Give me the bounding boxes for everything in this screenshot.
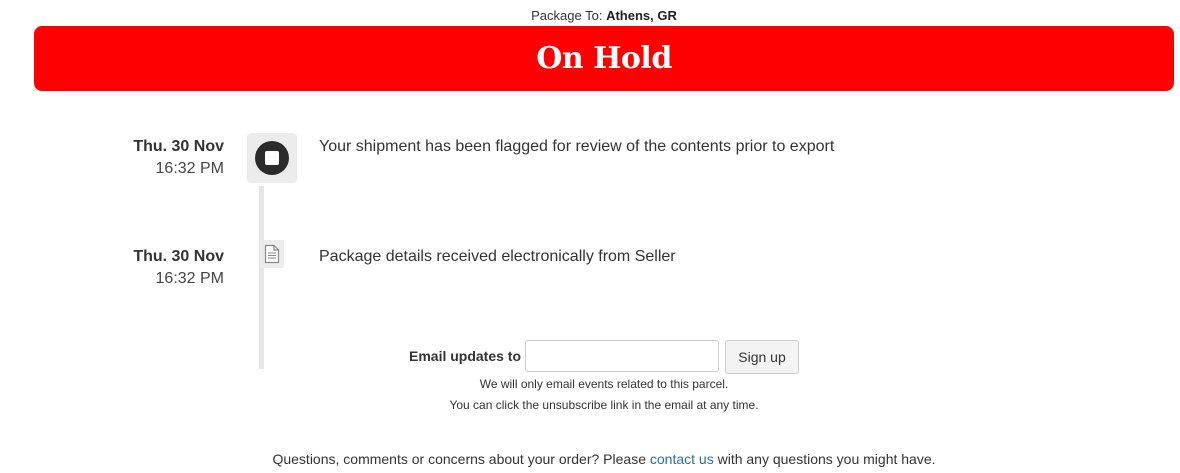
email-updates-label: Email updates to (409, 348, 522, 364)
tracking-page: Package To: Athens, GR On Hold Thu. 30 N… (0, 0, 1180, 473)
status-banner: On Hold (34, 26, 1174, 91)
footer-text-before: Questions, comments or concerns about yo… (272, 451, 650, 467)
event-description: Your shipment has been flagged for revie… (319, 138, 835, 155)
contact-us-link[interactable]: contact us (650, 451, 714, 467)
event-day: Thu. 30 Nov (133, 248, 224, 265)
destination-prefix: Package To: (531, 8, 603, 23)
email-note-line-2: You can click the unsubscribe link in th… (449, 398, 759, 412)
email-note-line-1: We will only email events related to thi… (479, 377, 729, 391)
event-date: Thu. 30 Nov 16:32 PM (133, 246, 224, 290)
stop-circle-icon (247, 133, 297, 183)
destination-line: Package To: Athens, GR (0, 8, 1180, 23)
email-input[interactable] (525, 340, 719, 372)
sign-up-button[interactable]: Sign up (725, 340, 799, 374)
event-day: Thu. 30 Nov (133, 138, 224, 155)
status-label: On Hold (536, 41, 672, 76)
event-time: 16:32 PM (155, 270, 224, 287)
destination-location: Athens, GR (606, 8, 677, 23)
event-time: 16:32 PM (155, 160, 224, 177)
event-date: Thu. 30 Nov 16:32 PM (133, 136, 224, 180)
footer-text: Questions, comments or concerns about yo… (0, 451, 1180, 467)
footer-text-after: with any questions you might have. (713, 451, 936, 467)
email-updates-form: Email updates to Sign up (0, 340, 1180, 374)
document-icon (260, 240, 284, 268)
event-description: Package details received electronically … (319, 248, 676, 265)
